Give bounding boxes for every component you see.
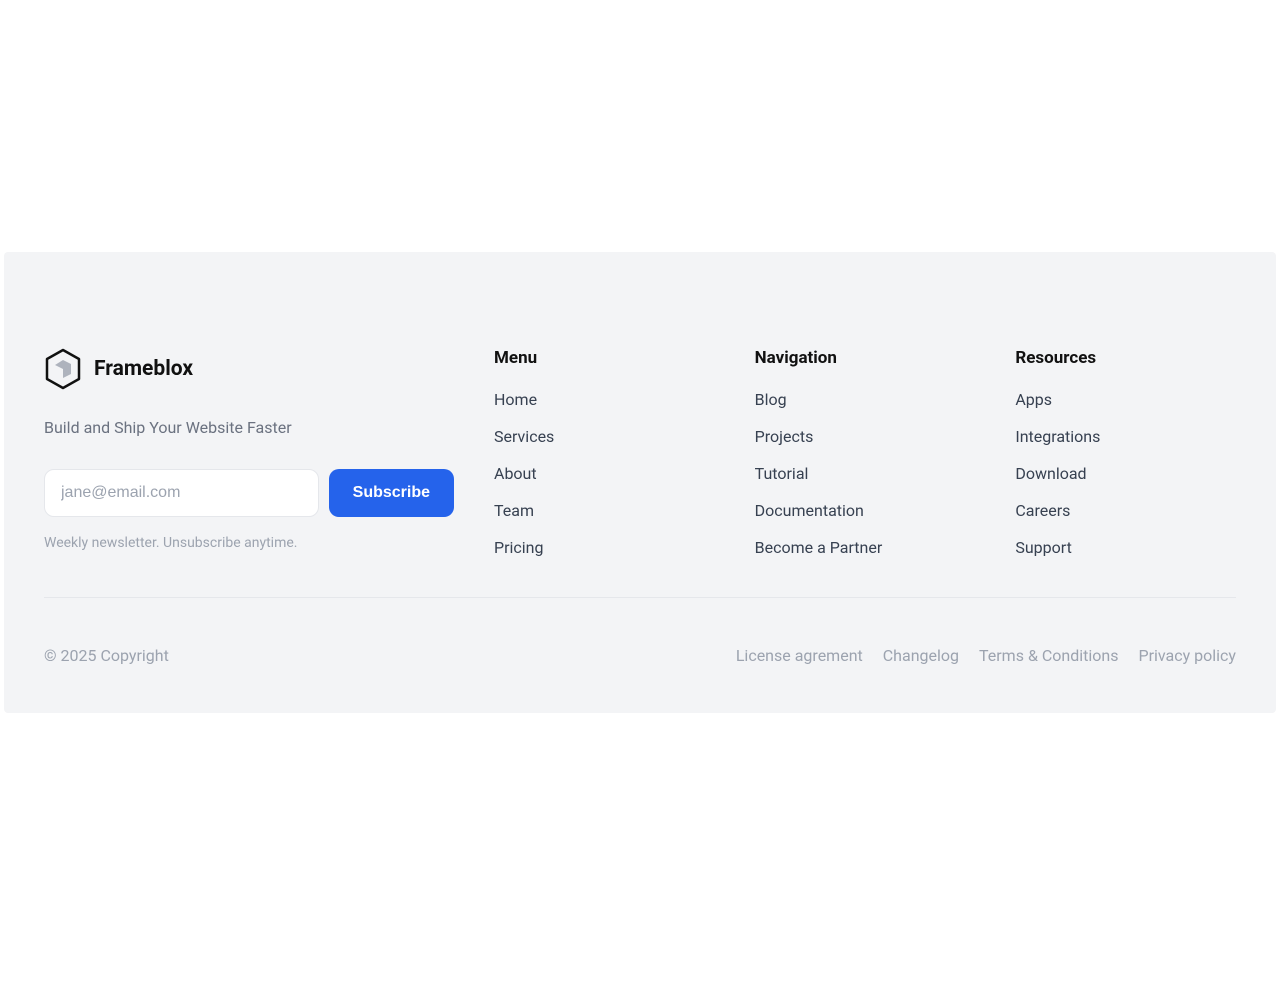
link-projects[interactable]: Projects [755, 427, 814, 446]
email-input[interactable] [44, 469, 319, 517]
footer-brand-section: Frameblox Build and Ship Your Website Fa… [44, 348, 454, 557]
link-services[interactable]: Services [494, 427, 554, 446]
footer-col-navigation: Navigation Blog Projects Tutorial Docume… [755, 348, 976, 557]
link-terms-conditions[interactable]: Terms & Conditions [979, 646, 1119, 665]
link-privacy-policy[interactable]: Privacy policy [1139, 646, 1237, 665]
link-apps[interactable]: Apps [1015, 390, 1052, 409]
footer: Frameblox Build and Ship Your Website Fa… [4, 252, 1276, 713]
footer-bottom: © 2025 Copyright License agrement Change… [44, 598, 1236, 673]
col-title: Navigation [755, 348, 976, 368]
link-careers[interactable]: Careers [1015, 501, 1070, 520]
link-download[interactable]: Download [1015, 464, 1086, 483]
brand-row: Frameblox [44, 348, 454, 390]
link-tutorial[interactable]: Tutorial [755, 464, 809, 483]
link-integrations[interactable]: Integrations [1015, 427, 1100, 446]
tagline: Build and Ship Your Website Faster [44, 418, 454, 437]
link-home[interactable]: Home [494, 390, 537, 409]
col-title: Resources [1015, 348, 1236, 368]
link-blog[interactable]: Blog [755, 390, 787, 409]
link-license-agreement[interactable]: License agrement [736, 646, 863, 665]
link-pricing[interactable]: Pricing [494, 538, 544, 557]
footer-columns: Menu Home Services About Team Pricing Na… [494, 348, 1236, 557]
footer-col-resources: Resources Apps Integrations Download Car… [1015, 348, 1236, 557]
link-documentation[interactable]: Documentation [755, 501, 864, 520]
hexagon-logo-icon [44, 348, 82, 390]
brand-name: Frameblox [94, 357, 193, 381]
footer-main: Frameblox Build and Ship Your Website Fa… [44, 348, 1236, 598]
link-support[interactable]: Support [1015, 538, 1071, 557]
link-changelog[interactable]: Changelog [883, 646, 959, 665]
col-title: Menu [494, 348, 715, 368]
footer-col-menu: Menu Home Services About Team Pricing [494, 348, 715, 557]
subscribe-form: Subscribe [44, 469, 454, 517]
legal-links: License agrement Changelog Terms & Condi… [736, 646, 1236, 665]
link-become-partner[interactable]: Become a Partner [755, 538, 883, 557]
link-team[interactable]: Team [494, 501, 534, 520]
link-about[interactable]: About [494, 464, 537, 483]
subscribe-button[interactable]: Subscribe [329, 469, 454, 517]
newsletter-note: Weekly newsletter. Unsubscribe anytime. [44, 535, 454, 551]
copyright-text: © 2025 Copyright [44, 646, 169, 665]
